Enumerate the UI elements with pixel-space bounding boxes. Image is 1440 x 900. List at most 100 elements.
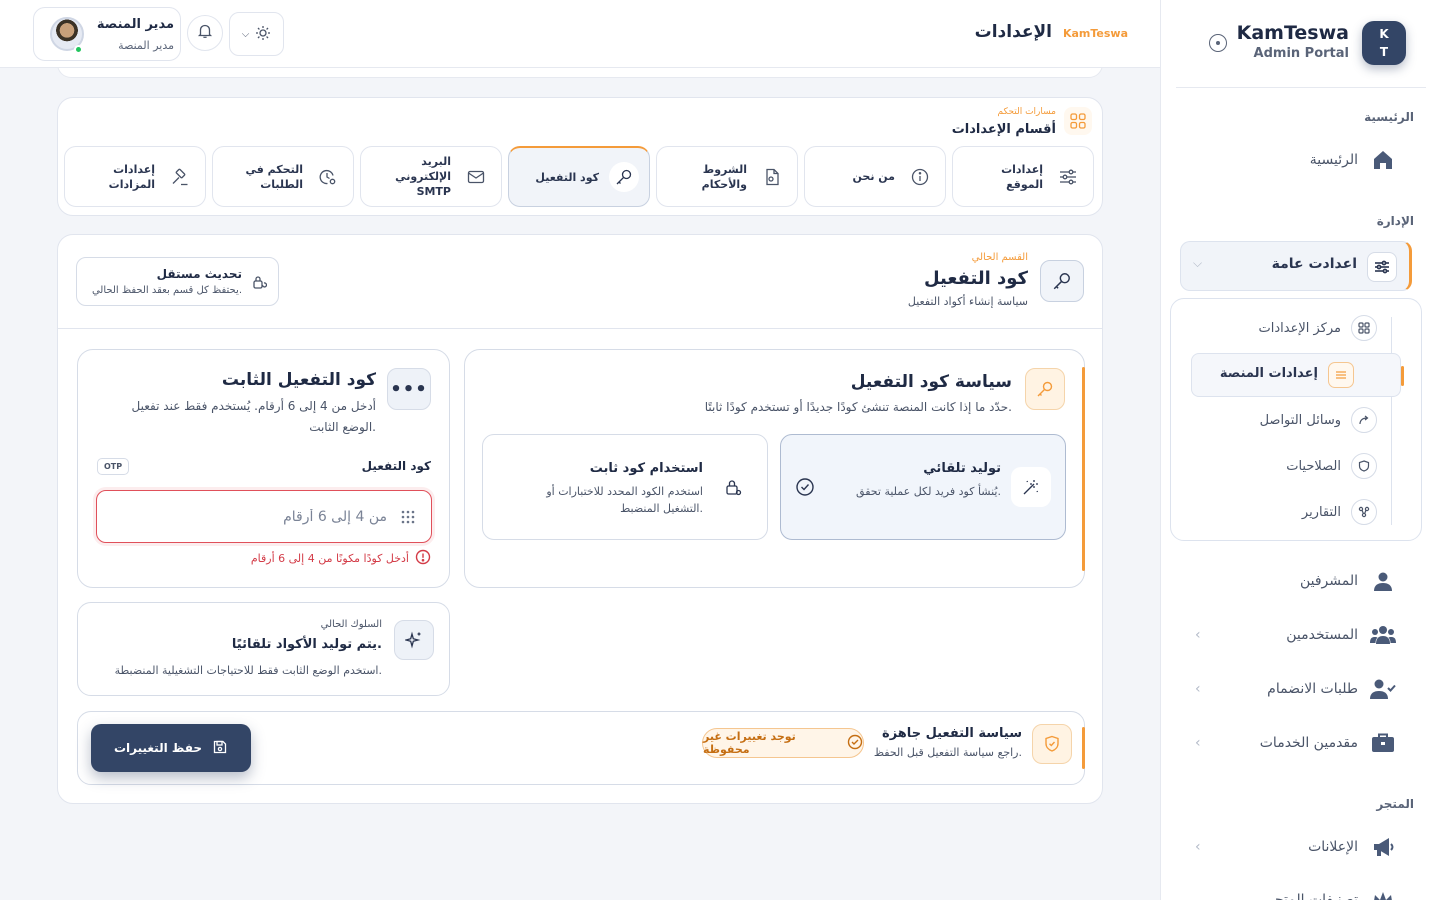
tabs-title: أقسام الإعدادات [951, 122, 1056, 137]
activation-policy-card: سياسة كود التفعيل حدّد ما إذا كانت المنص… [464, 349, 1085, 588]
submenu-rail [1391, 317, 1392, 525]
save-bar-title: سياسة التفعيل جاهزة [882, 726, 1022, 741]
tab-label: إعدادات الموقع [1001, 162, 1043, 191]
submenu-item-platform-settings[interactable]: إعدادات المنصة [1191, 353, 1404, 397]
page-title: الإعدادات [974, 22, 1052, 42]
fixed-code-card: ••• كود التفعيل الثابت أدخل من 4 إلى 6 أ… [77, 349, 450, 588]
tab-about-us[interactable]: من نحن [804, 146, 946, 207]
sidebar: K T KamTeswa Admin Portal الرئيسية الرئي… [1160, 0, 1440, 900]
magic-wand-icon [1011, 467, 1051, 507]
policy-subtitle: حدّد ما إذا كانت المنصة تنشئ كودًا جديدً… [704, 400, 1012, 414]
unsaved-changes-badge: توجد تغييرات غير محفوظة [702, 728, 864, 758]
independent-update-note: تحديث مستقل يحتفظ كل قسم بعقد الحفظ الحا… [76, 257, 279, 306]
key-icon [609, 162, 639, 192]
fixed-code-subtitle: أدخل من 4 إلى 6 أرقام. يُستخدم فقط عند ت… [131, 399, 376, 434]
submenu-item-label: وسائل التواصل [1259, 412, 1341, 428]
tab-requests-control[interactable]: التحكم في الطلبات [212, 146, 354, 207]
sliders-icon [1053, 162, 1083, 192]
sidebar-item-users[interactable]: المستخدمين [1286, 615, 1396, 655]
share-icon [1351, 407, 1377, 433]
option-description: يُنشأ كود فريد لكل عملية تحقق. [856, 485, 1001, 498]
brand-logo-letter: K [1379, 27, 1389, 41]
sidebar-item-join-requests[interactable]: طلبات الانضمام [1267, 669, 1396, 709]
notifications-button[interactable] [187, 15, 223, 51]
tab-label-line: البريد الإلكتروني [395, 155, 451, 183]
activation-code-section: القسم الحالي كود التفعيل سياسة إنشاء أكو… [57, 234, 1103, 804]
clock-settings-icon [313, 162, 343, 192]
tab-terms[interactable]: الشروط والأحكام [656, 146, 798, 207]
activation-code-input[interactable] [167, 505, 387, 529]
section-subtitle: سياسة إنشاء أكواد التفعيل [907, 295, 1028, 308]
fixed-code-option[interactable]: استخدام كود ثابت استخدم الكود المحدد للا… [482, 434, 768, 540]
home-icon [1370, 147, 1396, 173]
sidebar-item-label: تصنيفات المتجر [1267, 892, 1358, 900]
sidebar-item-label: الإعلانات [1308, 839, 1358, 855]
user-menu[interactable]: مدير المنصة مدير المنصة [33, 7, 181, 61]
sidebar-item-supervisors[interactable]: المشرفين [1300, 561, 1396, 601]
key-icon [1025, 368, 1065, 410]
accent-bar [1082, 367, 1085, 571]
sidebar-item-service-providers[interactable]: مقدمين الخدمات [1260, 723, 1396, 763]
sidebar-item-label: المستخدمين [1286, 627, 1358, 643]
accent-bar [1082, 727, 1085, 769]
sidebar-item-label: الرئيسية [1309, 152, 1358, 168]
more-options-button[interactable]: ••• [387, 368, 431, 410]
current-behavior-card: السلوك الحالي يتم توليد الأكواد تلقائيًا… [77, 602, 450, 696]
submenu-item-label: الصلاحيات [1286, 458, 1341, 474]
submenu-item-reports[interactable]: التقارير [1302, 495, 1377, 529]
theme-switcher[interactable]: ⌵ [229, 12, 284, 56]
lock-icon [713, 467, 753, 507]
submenu-item-label: إعدادات المنصة [1219, 366, 1318, 381]
document-icon [757, 162, 787, 192]
auto-generate-option[interactable]: توليد تلقائي يُنشأ كود فريد لكل عملية تح… [780, 434, 1066, 540]
tab-label: من نحن [852, 170, 896, 183]
error-text: أدخل كودًا مكونًا من 4 إلى 6 أرقام [250, 552, 409, 565]
chevron-left-icon: ‹ [1195, 627, 1201, 643]
brand-name: KamTeswa [1236, 22, 1349, 44]
sidebar-item-general-settings[interactable]: اعدادت عامة ⌵ [1180, 241, 1412, 291]
sidebar-item-label: مقدمين الخدمات [1259, 735, 1358, 751]
tab-site-settings[interactable]: إعدادات الموقع [952, 146, 1094, 207]
sun-icon [255, 25, 271, 44]
save-bar-subtitle: راجع سياسة التفعيل قبل الحفظ. [873, 746, 1022, 759]
save-changes-button[interactable]: حفظ التغييرات [91, 724, 251, 772]
tab-smtp-email[interactable]: البريد الإلكتروني SMTP [360, 146, 502, 207]
mail-icon [461, 162, 491, 192]
activation-code-field [96, 490, 432, 543]
tab-activation-code[interactable]: كود التفعيل [508, 146, 650, 207]
alert-circle-icon [415, 549, 431, 568]
submenu-item-label: التقارير [1301, 504, 1341, 520]
brand-logo[interactable]: K T [1362, 21, 1406, 65]
independent-update-subtitle: يحتفظ كل قسم بعقد الحفظ الحالي. [91, 285, 242, 296]
sparkles-icon [394, 620, 434, 660]
lock-sync-icon [250, 273, 268, 291]
chevron-down-icon: ⌵ [1193, 256, 1203, 270]
sidebar-item-home[interactable]: الرئيسية [1310, 140, 1396, 180]
submenu-item-social-media[interactable]: وسائل التواصل [1260, 403, 1377, 437]
behavior-kicker: السلوك الحالي [320, 619, 382, 630]
sidebar-item-store-categories[interactable]: تصنيفات المتجر [1267, 880, 1396, 900]
sidebar-divider [1176, 87, 1426, 88]
brand-logo-letter: T [1379, 45, 1389, 59]
grid-icon [1351, 315, 1377, 341]
option-title: توليد تلقائي [923, 461, 1001, 476]
check-circle-icon [847, 734, 863, 753]
submenu-item-permissions[interactable]: الصلاحيات [1286, 449, 1377, 483]
unsaved-label: توجد تغييرات غير محفوظة [703, 730, 796, 756]
chevron-left-icon: ‹ [1195, 735, 1201, 751]
submenu-item-settings-center[interactable]: مركز الإعدادات [1259, 311, 1377, 345]
fixed-code-title: كود التفعيل الثابت [221, 370, 376, 390]
top-bar: الإعدادات KamTeswa مدير المنصة مدير المن… [0, 0, 1160, 68]
sliders-icon [1367, 252, 1397, 282]
tab-auction-settings[interactable]: إعدادات المزادات [64, 146, 206, 207]
user-name: مدير المنصة [96, 17, 174, 32]
sidebar-item-ads[interactable]: الإعلانات [1308, 827, 1396, 867]
tab-label: البريد الإلكتروني SMTP [371, 154, 451, 199]
save-bar: سياسة التفعيل جاهزة راجع سياسة التفعيل ق… [77, 711, 1085, 785]
key-icon [1040, 260, 1084, 302]
gavel-icon [165, 162, 195, 192]
user-check-icon [1370, 676, 1396, 702]
sidebar-item-label: المشرفين [1299, 573, 1358, 589]
bell-icon [197, 23, 213, 43]
sidebar-toggle-icon[interactable] [1209, 34, 1227, 52]
